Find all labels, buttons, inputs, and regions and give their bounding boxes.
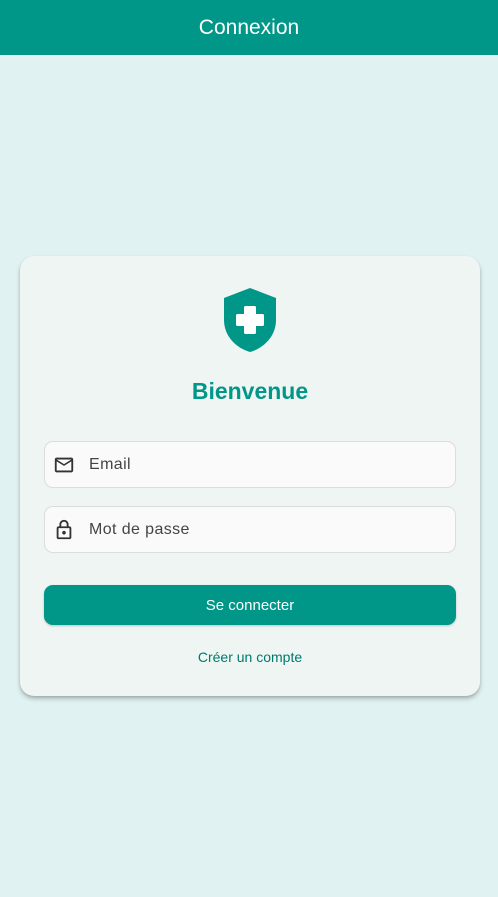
lock-icon xyxy=(53,519,75,541)
login-card: Bienvenue Se connecter Créer un compte xyxy=(20,256,480,696)
email-input[interactable] xyxy=(89,444,455,485)
welcome-heading: Bienvenue xyxy=(191,378,309,404)
app-bar: Connexion xyxy=(0,0,498,55)
password-input[interactable] xyxy=(89,509,455,550)
page-title: Connexion xyxy=(198,15,300,39)
password-field[interactable] xyxy=(44,506,456,553)
email-field[interactable] xyxy=(44,441,456,488)
shield-plus-icon xyxy=(224,288,276,352)
create-account-link[interactable]: Créer un compte xyxy=(20,649,480,665)
mail-icon xyxy=(53,454,75,476)
login-button[interactable]: Se connecter xyxy=(44,585,456,625)
